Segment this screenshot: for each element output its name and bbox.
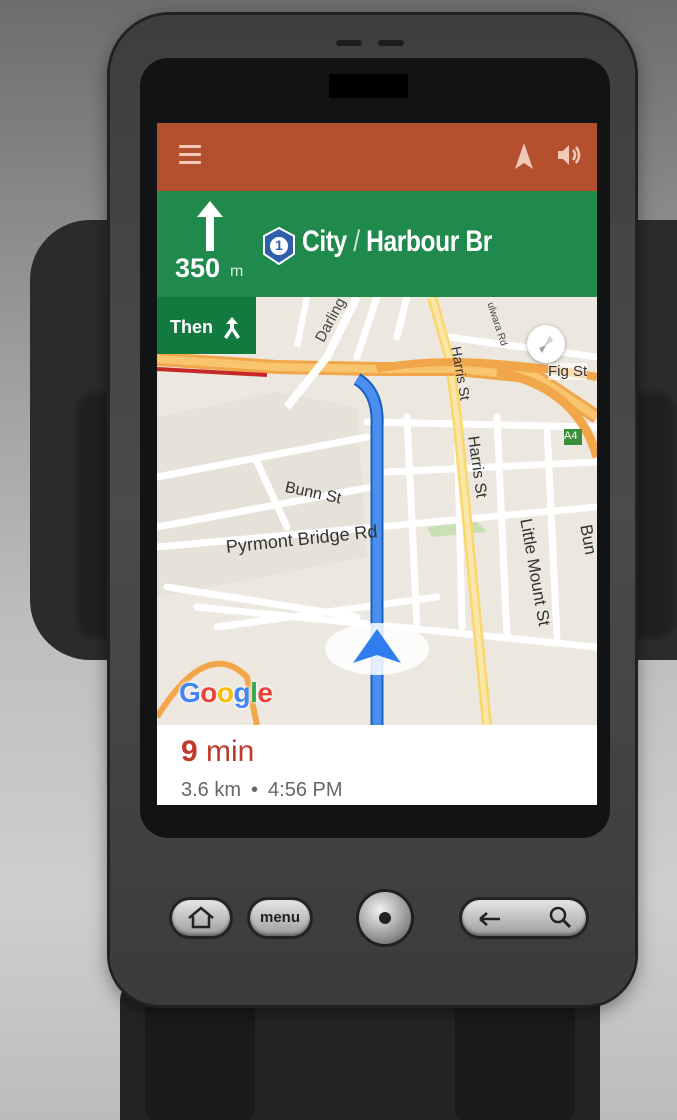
google-logo-letter: e — [257, 677, 273, 708]
redaction-block — [329, 74, 408, 98]
trackball-center — [379, 912, 391, 924]
street-secondary: Harbour Br — [366, 225, 492, 258]
google-logo-letter: G — [179, 677, 201, 708]
google-logo-letter: o — [216, 677, 234, 708]
eta-minutes-value: 9 — [181, 735, 198, 768]
navigation-arrow-icon[interactable] — [513, 141, 535, 171]
top-bar — [157, 123, 597, 191]
trackball[interactable] — [359, 892, 411, 944]
earpiece-speaker — [378, 40, 404, 46]
eta-panel[interactable]: 9 min 3.6 km • 4:56 PM — [157, 725, 597, 805]
street-separator: / — [353, 225, 360, 258]
menu-button[interactable]: menu — [250, 900, 310, 936]
keep-straight-fork-icon — [224, 317, 240, 339]
street-name: City / Harbour Br — [302, 225, 492, 259]
distance-unit: m — [230, 263, 244, 280]
hamburger-icon[interactable] — [179, 145, 201, 164]
map-label: Fig St — [548, 363, 588, 380]
separator-dot: • — [251, 779, 259, 801]
google-logo-letter: o — [200, 677, 217, 708]
volume-icon[interactable] — [555, 141, 583, 169]
route-shield-icon: 1 — [262, 227, 296, 265]
arrival-time: 4:56 PM — [268, 779, 343, 801]
menu-button-label: menu — [259, 909, 300, 926]
earpiece-speaker — [336, 40, 362, 46]
home-icon — [188, 906, 214, 929]
back-search-button[interactable] — [462, 900, 586, 936]
straight-arrow-icon — [197, 201, 223, 251]
google-logo-letter: g — [233, 677, 251, 708]
compass-icon[interactable] — [527, 325, 565, 363]
search-icon[interactable] — [546, 905, 576, 929]
trip-distance: 3.6 km — [181, 779, 242, 801]
map-label: A4 — [564, 430, 578, 442]
eta-minutes-unit: min — [206, 735, 255, 768]
google-logo: Google — [179, 677, 273, 709]
navigation-screen: 350 m 1 City / Harbour Br Darling Dr ulw… — [157, 123, 597, 805]
then-next-maneuver: Then — [157, 297, 256, 354]
distance-value: 350 — [175, 253, 221, 283]
map-view[interactable]: Darling Dr ulwara Rd Harris St Harris St… — [157, 297, 597, 725]
route-number: 1 — [275, 237, 283, 253]
then-label: Then — [170, 317, 213, 337]
mount-base-right-clip — [455, 1000, 575, 1120]
home-button[interactable] — [172, 900, 230, 936]
eta-minutes: 9 min — [181, 735, 254, 769]
mount-base-left-clip — [145, 1000, 255, 1120]
turn-guidance-panel[interactable]: 350 m 1 City / Harbour Br — [157, 191, 597, 297]
eta-details: 3.6 km • 4:56 PM — [181, 779, 343, 802]
back-arrow-icon[interactable] — [476, 907, 506, 931]
street-main: City — [302, 225, 347, 258]
